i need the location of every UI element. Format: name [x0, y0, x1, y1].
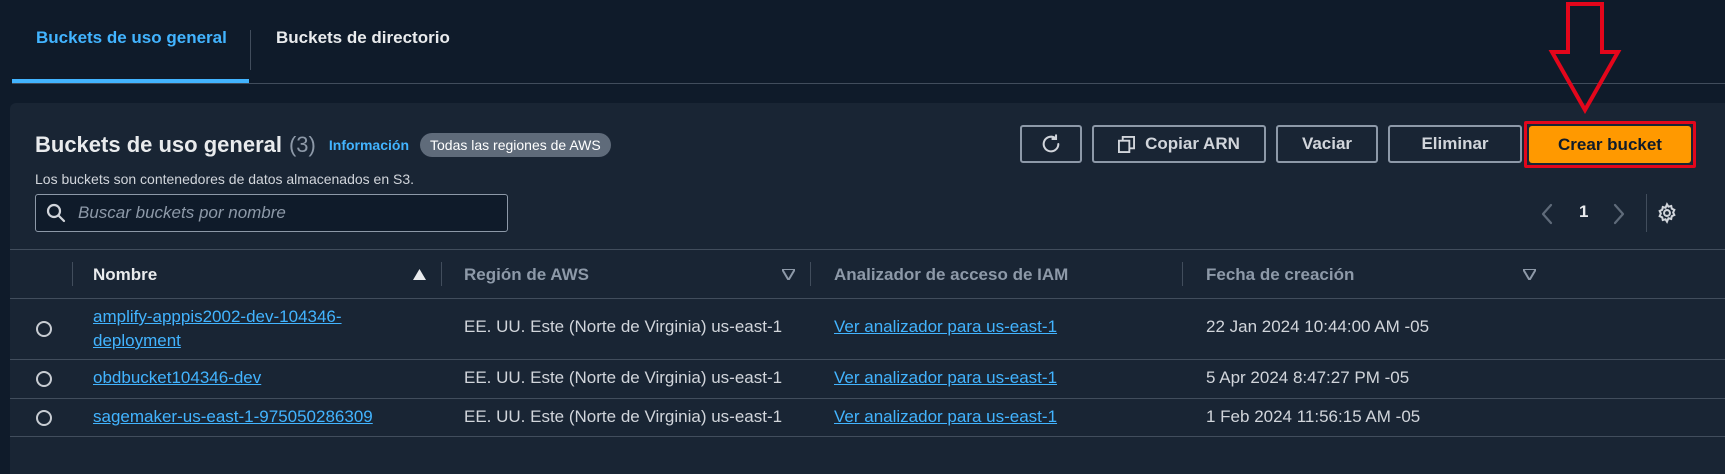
column-header-iam-analyzer: Analizador de acceso de IAM [834, 265, 1069, 284]
tab-general-purpose-buckets[interactable]: Buckets de uso general [36, 28, 227, 48]
iam-analyzer-link[interactable]: Ver analizador para us-east-1 [834, 317, 1057, 337]
column-header-name[interactable]: Nombre [93, 265, 157, 285]
create-bucket-highlight: Crear bucket [1524, 121, 1696, 168]
refresh-icon [1042, 134, 1060, 153]
iam-analyzer-link[interactable]: Ver analizador para us-east-1 [834, 368, 1057, 388]
creation-date: 1 Feb 2024 11:56:15 AM -05 [1206, 407, 1421, 426]
table-row[interactable]: amplify-apppis2002-dev-104346- deploymen… [10, 299, 1725, 360]
bucket-count: (3) [288, 132, 316, 157]
column-divider [72, 262, 73, 286]
row-select-radio[interactable] [36, 371, 52, 387]
column-divider [441, 262, 442, 286]
current-page-number[interactable]: 1 [1579, 202, 1588, 222]
chevron-left-icon [1541, 203, 1553, 225]
table-row[interactable]: obdbucket104346-dev EE. UU. Este (Norte … [10, 360, 1725, 399]
panel-description: Los buckets son contenedores de datos al… [35, 171, 415, 187]
sort-up-icon[interactable] [413, 269, 426, 280]
bucket-region: EE. UU. Este (Norte de Virginia) us-east… [464, 317, 783, 336]
column-divider [1182, 262, 1183, 286]
search-icon [46, 203, 66, 223]
active-tab-indicator [12, 79, 249, 83]
previous-page-button[interactable] [1540, 201, 1554, 227]
red-arrow-annotation [1548, 2, 1622, 114]
bucket-region: EE. UU. Este (Norte de Virginia) us-east… [464, 368, 783, 387]
copy-arn-label: Copiar ARN [1145, 134, 1240, 153]
gear-icon [1658, 202, 1676, 224]
search-input[interactable] [76, 202, 507, 224]
creation-date: 22 Jan 2024 10:44:00 AM -05 [1206, 317, 1430, 336]
page-title: Buckets de uso general [35, 132, 282, 157]
bucket-name-link[interactable]: sagemaker-us-east-1-975050286309 [93, 407, 373, 427]
tab-bar: Buckets de uso general Buckets de direct… [12, 0, 1725, 84]
next-page-button[interactable] [1612, 201, 1626, 227]
empty-button[interactable]: Vaciar [1276, 125, 1378, 163]
column-header-creation-date[interactable]: Fecha de creación [1206, 265, 1354, 285]
row-select-radio[interactable] [36, 321, 52, 337]
iam-analyzer-link[interactable]: Ver analizador para us-east-1 [834, 407, 1057, 427]
creation-date: 5 Apr 2024 8:47:27 PM -05 [1206, 368, 1410, 387]
chevron-right-icon [1613, 203, 1625, 225]
sort-down-icon[interactable] [782, 269, 795, 280]
row-select-radio[interactable] [36, 410, 52, 426]
pagination-divider [1646, 194, 1647, 232]
delete-button[interactable]: Eliminar [1388, 125, 1522, 163]
sort-down-icon[interactable] [1523, 269, 1536, 280]
bucket-region: EE. UU. Este (Norte de Virginia) us-east… [464, 407, 783, 426]
table-settings-button[interactable] [1656, 202, 1678, 229]
table-header: Nombre Región de AWS Analizador de acces… [10, 249, 1725, 299]
table-row[interactable]: sagemaker-us-east-1-975050286309 EE. UU.… [10, 399, 1725, 437]
copy-arn-button[interactable]: Copiar ARN [1092, 125, 1266, 163]
region-badge: Todas las regiones de AWS [420, 133, 611, 157]
panel-header: Buckets de uso general (3) Información T… [35, 130, 611, 160]
refresh-button[interactable] [1020, 125, 1082, 163]
tab-divider [250, 30, 251, 70]
bucket-name-link[interactable]: amplify-apppis2002-dev-104346- deploymen… [93, 305, 373, 353]
tab-directory-buckets[interactable]: Buckets de directorio [276, 28, 450, 48]
column-header-region[interactable]: Región de AWS [464, 265, 589, 285]
bucket-name-link[interactable]: obdbucket104346-dev [93, 368, 261, 388]
buckets-panel: Buckets de uso general (3) Información T… [10, 103, 1725, 474]
copy-icon [1118, 135, 1136, 153]
info-link[interactable]: Información [329, 137, 409, 153]
create-bucket-button[interactable]: Crear bucket [1529, 126, 1691, 163]
search-box [35, 194, 508, 232]
column-divider [810, 262, 811, 286]
buckets-table: Nombre Región de AWS Analizador de acces… [10, 249, 1725, 437]
